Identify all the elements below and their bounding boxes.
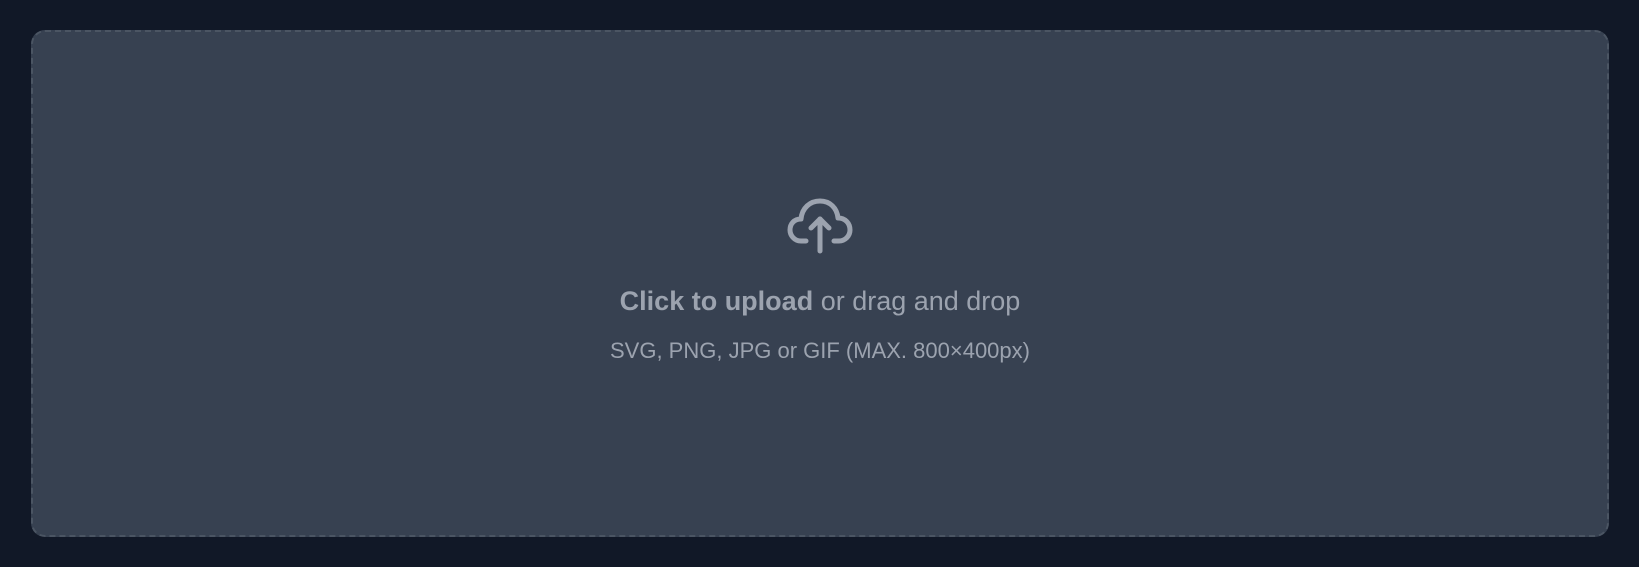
click-to-upload-text[interactable]: Click to upload bbox=[620, 286, 814, 316]
drag-and-drop-text: or drag and drop bbox=[813, 285, 1021, 316]
file-type-hint: SVG, PNG, JPG or GIF (MAX. 800×400px) bbox=[610, 337, 1030, 363]
upload-instructions: Click to upload or drag and drop bbox=[620, 285, 1021, 317]
cloud-upload-icon bbox=[787, 197, 853, 255]
file-dropzone[interactable]: Click to upload or drag and drop SVG, PN… bbox=[31, 30, 1609, 537]
